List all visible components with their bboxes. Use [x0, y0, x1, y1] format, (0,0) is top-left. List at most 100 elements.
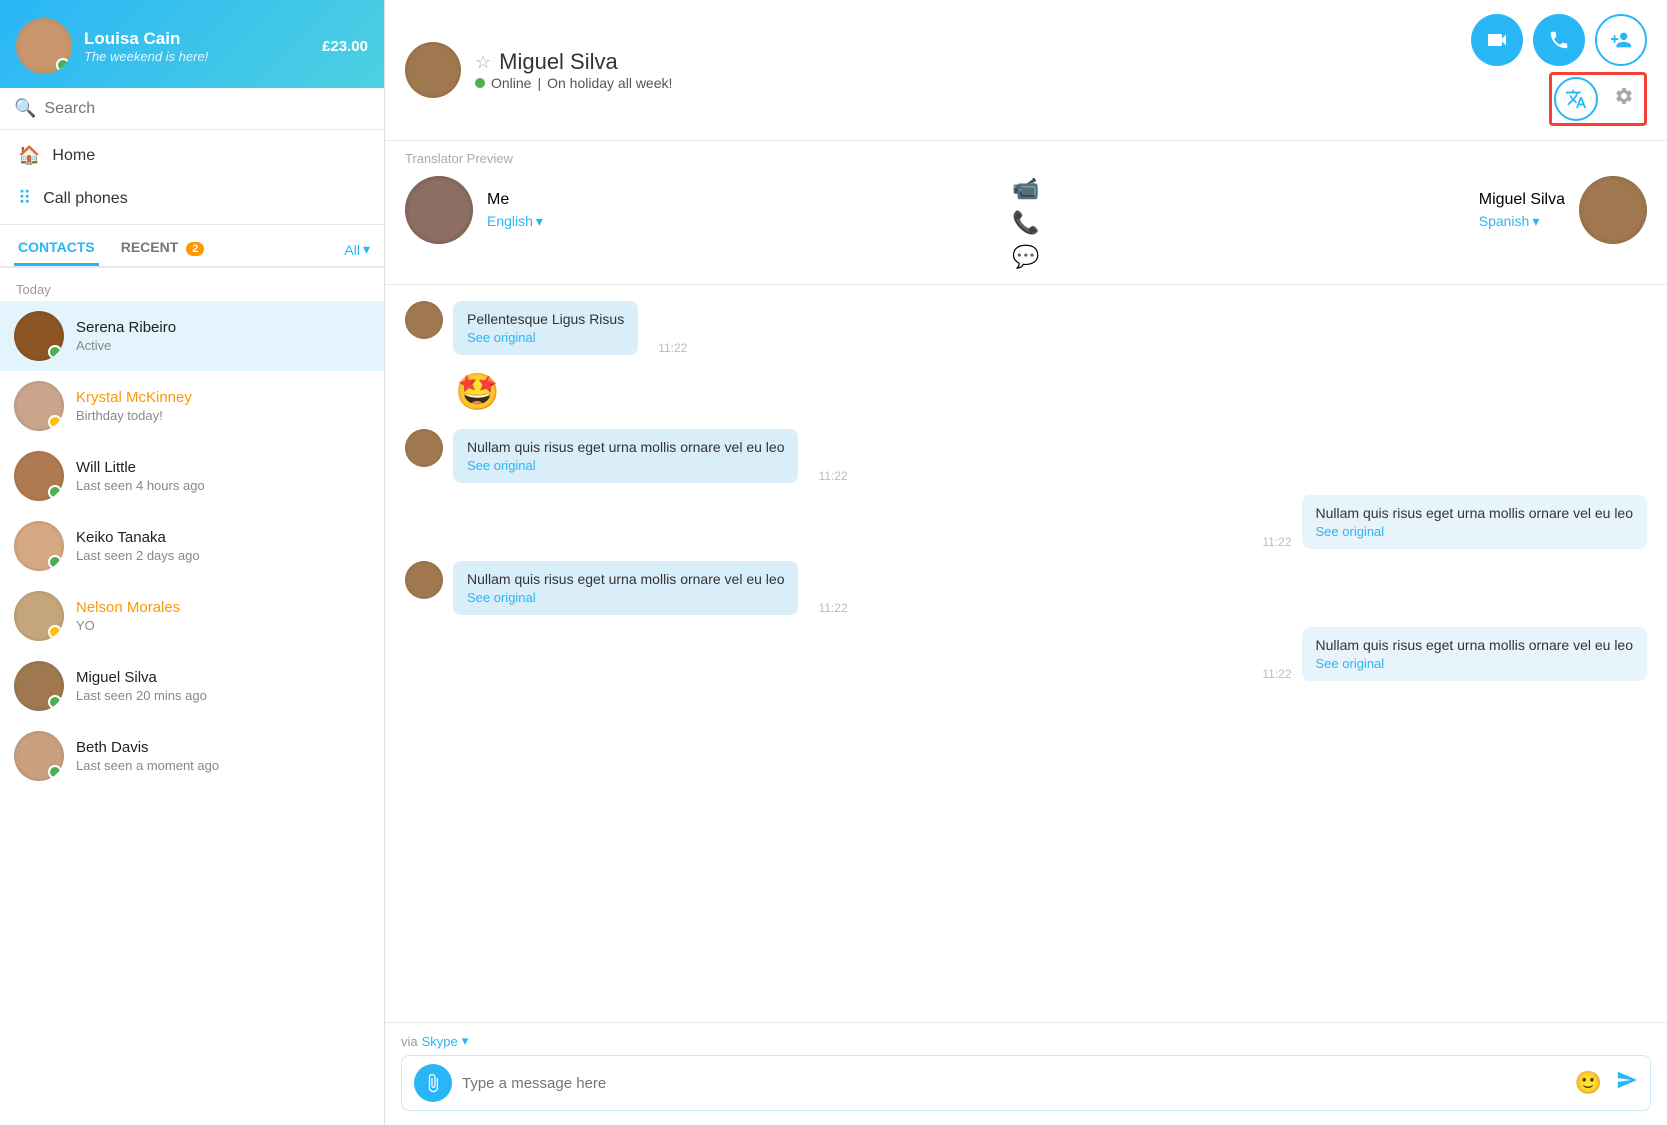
message-time-3: 11:22: [1262, 535, 1291, 549]
section-today-label: Today: [0, 276, 384, 301]
contact-info-keiko: Keiko Tanaka Last seen 2 days ago: [76, 529, 370, 563]
message-bubble-5: Nullam quis risus eget urna mollis ornar…: [1302, 627, 1647, 681]
contact-name-beth: Beth Davis: [76, 739, 370, 756]
avatar-beth-davis: [14, 731, 64, 781]
contact-info-will: Will Little Last seen 4 hours ago: [76, 459, 370, 493]
search-icon: 🔍: [14, 98, 36, 119]
translator-toggle-button[interactable]: [1554, 77, 1598, 121]
phone-call-button[interactable]: [1533, 14, 1585, 66]
message-time-0: 11:22: [658, 341, 687, 355]
contact-sub-miguel: Last seen 20 mins ago: [76, 688, 370, 703]
chat-contact-status-row: Online | On holiday all week!: [475, 75, 1457, 91]
nav-home[interactable]: 🏠 Home: [0, 134, 384, 177]
contact-beth-davis[interactable]: Beth Davis Last seen a moment ago: [0, 721, 384, 791]
message-time-4: 11:22: [818, 601, 847, 615]
see-original-3[interactable]: See original: [1316, 524, 1633, 539]
message-text-4: Nullam quis risus eget urna mollis ornar…: [467, 571, 784, 587]
me-language-label: English: [487, 213, 533, 229]
tab-recent[interactable]: RECENT 2: [117, 233, 209, 266]
status-will: [48, 485, 62, 499]
translator-me-avatar: [405, 176, 473, 244]
messages-area: Pellentesque Ligus Risus See original 11…: [385, 285, 1667, 1022]
contact-language-label: Spanish: [1479, 213, 1530, 229]
via-dropdown-chevron-icon[interactable]: ▾: [462, 1033, 469, 1049]
contact-serena-ribeiro[interactable]: Serena Ribeiro Active: [0, 301, 384, 371]
video-call-button[interactable]: [1471, 14, 1523, 66]
contact-keiko-tanaka[interactable]: Keiko Tanaka Last seen 2 days ago: [0, 511, 384, 581]
translator-me-info: Me English ▾: [487, 191, 543, 230]
contact-krystal-mckinney[interactable]: Krystal McKinney Birthday today!: [0, 371, 384, 441]
emoji-picker-button[interactable]: 🙂: [1575, 1070, 1602, 1096]
attach-button[interactable]: [414, 1064, 452, 1102]
via-skype-label: via Skype ▾: [401, 1033, 1651, 1049]
message-bubble-2: Nullam quis risus eget urna mollis ornar…: [453, 429, 798, 483]
contact-info-beth: Beth Davis Last seen a moment ago: [76, 739, 370, 773]
message-input-row: 🙂: [401, 1055, 1651, 1111]
me-lang-chevron-icon: ▾: [536, 213, 543, 230]
see-original-2[interactable]: See original: [467, 458, 784, 473]
contact-nelson-morales[interactable]: Nelson Morales YO: [0, 581, 384, 651]
nav-call-phones-label: Call phones: [43, 190, 128, 208]
chat-contact-name-row: ☆ Miguel Silva: [475, 49, 1457, 75]
contact-name-nelson: Nelson Morales: [76, 599, 370, 616]
contact-name-krystal: Krystal McKinney: [76, 389, 370, 406]
contact-info-serena: Serena Ribeiro Active: [76, 319, 370, 353]
see-original-4[interactable]: See original: [467, 590, 784, 605]
message-text-input[interactable]: [462, 1075, 1565, 1092]
message-row-0: Pellentesque Ligus Risus See original 11…: [405, 301, 1647, 355]
video-divider-icon: 📹: [1012, 176, 1039, 202]
message-row-emoji: 🤩: [405, 367, 1647, 417]
message-text-3: Nullam quis risus eget urna mollis ornar…: [1316, 505, 1633, 521]
status-serena: [48, 345, 62, 359]
translator-preview-label: Translator Preview: [405, 151, 1647, 166]
contact-info-nelson: Nelson Morales YO: [76, 599, 370, 633]
nav-call-phones[interactable]: ⠿ Call phones: [0, 177, 384, 220]
contact-sub-nelson: YO: [76, 618, 370, 633]
main-chat-area: ☆ Miguel Silva Online | On holiday all w…: [385, 0, 1667, 1125]
translator-settings-button[interactable]: [1606, 78, 1642, 120]
chat-header-info: ☆ Miguel Silva Online | On holiday all w…: [475, 49, 1457, 91]
search-bar: 🔍: [0, 88, 384, 130]
contact-name-keiko: Keiko Tanaka: [76, 529, 370, 546]
search-input[interactable]: [44, 100, 370, 118]
bottom-actions-row: [1549, 72, 1647, 126]
all-filter-button[interactable]: All ▾: [344, 241, 370, 258]
contact-sub-will: Last seen 4 hours ago: [76, 478, 370, 493]
user-info: Louisa Cain The weekend is here!: [84, 29, 310, 64]
see-original-0[interactable]: See original: [467, 330, 624, 345]
status-nelson: [48, 625, 62, 639]
contact-miguel-silva[interactable]: Miguel Silva Last seen 20 mins ago: [0, 651, 384, 721]
message-row-2: Nullam quis risus eget urna mollis ornar…: [405, 429, 1647, 483]
contact-language-select[interactable]: Spanish ▾: [1479, 213, 1565, 230]
message-row-4: Nullam quis risus eget urna mollis ornar…: [405, 561, 1647, 615]
nav-items: 🏠 Home ⠿ Call phones: [0, 130, 384, 225]
message-text-5: Nullam quis risus eget urna mollis ornar…: [1316, 637, 1633, 653]
recent-badge: 2: [186, 242, 204, 256]
message-time-2: 11:22: [818, 469, 847, 483]
contacts-list: Today Serena Ribeiro Active Krystal McKi…: [0, 268, 384, 1125]
sidebar-header: Louisa Cain The weekend is here! £23.00: [0, 0, 384, 88]
see-original-5[interactable]: See original: [1316, 656, 1633, 671]
chat-contact-name: Miguel Silva: [499, 49, 618, 75]
contact-name-serena: Serena Ribeiro: [76, 319, 370, 336]
translator-contact-info: Miguel Silva Spanish ▾: [1479, 191, 1565, 230]
add-contact-button[interactable]: [1595, 14, 1647, 66]
message-row-3: 11:22 Nullam quis risus eget urna mollis…: [405, 495, 1647, 549]
send-message-button[interactable]: [1616, 1069, 1638, 1097]
avatar-nelson-morales: [14, 591, 64, 641]
me-language-select[interactable]: English ▾: [487, 213, 543, 230]
sidebar: Louisa Cain The weekend is here! £23.00 …: [0, 0, 385, 1125]
message-bubble-4: Nullam quis risus eget urna mollis ornar…: [453, 561, 798, 615]
contact-name-miguel: Miguel Silva: [76, 669, 370, 686]
contact-will-little[interactable]: Will Little Last seen 4 hours ago: [0, 441, 384, 511]
user-name: Louisa Cain: [84, 29, 310, 49]
message-text-0: Pellentesque Ligus Risus: [467, 311, 624, 327]
user-avatar[interactable]: [16, 18, 72, 74]
nav-home-label: Home: [52, 147, 95, 165]
tab-contacts[interactable]: CONTACTS: [14, 233, 99, 266]
chat-contact-status-extra: On holiday all week!: [547, 75, 672, 91]
avatar-serena-ribeiro: [14, 311, 64, 361]
user-status-dot: [56, 58, 70, 72]
favorite-star-icon[interactable]: ☆: [475, 52, 491, 73]
contact-info-miguel: Miguel Silva Last seen 20 mins ago: [76, 669, 370, 703]
